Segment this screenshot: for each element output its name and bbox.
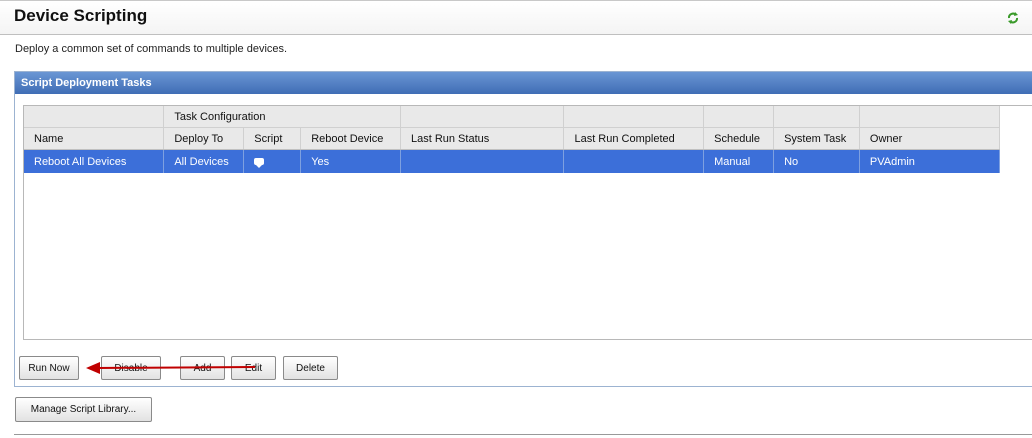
column-header-owner[interactable]: Owner <box>859 127 1000 150</box>
grid-group-header-empty <box>563 106 705 128</box>
panel-title: Script Deployment Tasks <box>15 72 1032 94</box>
delete-button[interactable]: Delete <box>283 356 338 380</box>
task-configuration-group-header: Task Configuration <box>163 106 401 128</box>
header-divider <box>0 34 1032 35</box>
cell-last-run-status[interactable] <box>400 149 565 173</box>
grid-group-header-empty <box>859 106 1000 128</box>
cell-schedule[interactable]: Manual <box>703 149 775 173</box>
cell-owner[interactable]: PVAdmin <box>859 149 1000 173</box>
column-header-last-run-status[interactable]: Last Run Status <box>400 127 565 150</box>
column-header-reboot-device[interactable]: Reboot Device <box>300 127 401 150</box>
column-header-script[interactable]: Script <box>243 127 302 150</box>
add-button[interactable]: Add <box>180 356 225 380</box>
cell-deploy-to[interactable]: All Devices <box>163 149 245 173</box>
cell-reboot-device[interactable]: Yes <box>300 149 401 173</box>
footer-divider <box>14 434 1032 435</box>
page-title: Device Scripting <box>14 6 148 25</box>
disable-button[interactable]: Disable <box>101 356 161 380</box>
cell-last-run-completed[interactable] <box>563 149 705 173</box>
column-header-deploy-to[interactable]: Deploy To <box>163 127 245 150</box>
grid-group-header-empty <box>400 106 565 128</box>
grid-group-header-empty <box>773 106 860 128</box>
column-header-name[interactable]: Name <box>24 127 165 150</box>
edit-button[interactable]: Edit <box>231 356 276 380</box>
grid-group-header-empty <box>24 106 165 128</box>
cell-script[interactable] <box>243 149 302 173</box>
manage-script-library-button[interactable]: Manage Script Library... <box>15 397 152 422</box>
refresh-icon[interactable] <box>1006 11 1020 25</box>
cell-system-task[interactable]: No <box>773 149 860 173</box>
comment-icon[interactable] <box>254 157 265 168</box>
run-now-button[interactable]: Run Now <box>19 356 79 380</box>
script-deployment-panel: Script Deployment Tasks Task Configurati… <box>14 71 1032 387</box>
page-subtitle: Deploy a common set of commands to multi… <box>15 43 288 55</box>
table-row[interactable]: Reboot All Devices All Devices Yes Manua… <box>24 149 1032 173</box>
column-header-system-task[interactable]: System Task <box>773 127 860 150</box>
column-header-schedule[interactable]: Schedule <box>703 127 775 150</box>
page-header: Device Scripting <box>0 0 1032 34</box>
tasks-grid: Task Configuration Name Deploy To Script… <box>23 105 1032 340</box>
grid-group-header-empty <box>703 106 775 128</box>
column-header-last-run-completed[interactable]: Last Run Completed <box>563 127 705 150</box>
cell-name[interactable]: Reboot All Devices <box>24 149 165 173</box>
